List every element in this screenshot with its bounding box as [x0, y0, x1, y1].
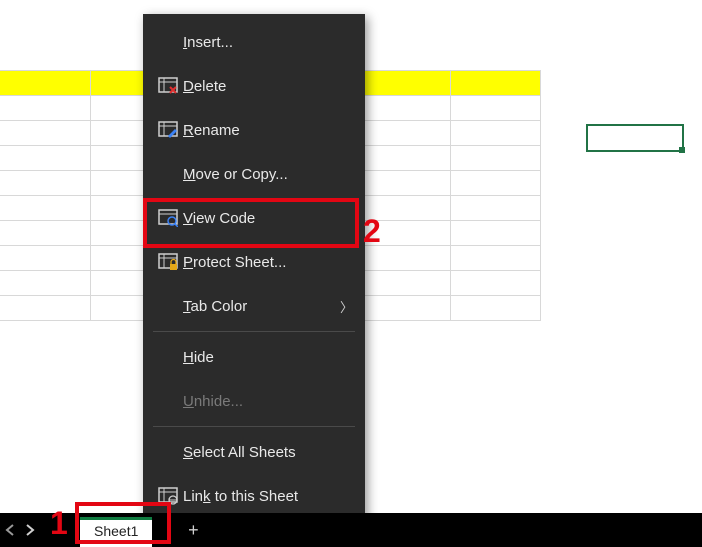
menu-unhide: Unhide...: [143, 379, 365, 423]
fill-handle[interactable]: [679, 147, 685, 153]
menu-delete[interactable]: Delete: [143, 64, 365, 108]
tab-nav-prev[interactable]: [0, 513, 20, 547]
menu-select-all-label: Select All Sheets: [183, 444, 353, 461]
menu-link-to-sheet[interactable]: Link to this Sheet: [143, 474, 365, 518]
link-sheet-icon: [153, 487, 183, 505]
menu-delete-label: Delete: [183, 78, 353, 95]
sheet-tab-bar: Sheet1 +: [0, 513, 702, 547]
sheet-context-menu: Insert... Delete Rename Move or Copy... …: [143, 14, 365, 524]
add-sheet-button[interactable]: +: [178, 515, 208, 545]
rename-icon: [153, 121, 183, 139]
active-cell-outline[interactable]: [586, 124, 684, 152]
protect-sheet-icon: [153, 253, 183, 271]
menu-separator: [153, 331, 355, 332]
menu-unhide-label: Unhide...: [183, 393, 353, 410]
menu-view-code-label: View Code: [183, 210, 353, 227]
menu-insert[interactable]: Insert...: [143, 20, 365, 64]
sheet-tab-active[interactable]: Sheet1: [80, 517, 152, 547]
view-code-icon: [153, 209, 183, 227]
menu-link-to-sheet-label: Link to this Sheet: [183, 488, 353, 505]
menu-protect-sheet[interactable]: Protect Sheet...: [143, 240, 365, 284]
chevron-right-icon: 〉: [332, 297, 353, 316]
delete-sheet-icon: [153, 77, 183, 95]
menu-insert-label: Insert...: [183, 34, 353, 51]
menu-protect-sheet-label: Protect Sheet...: [183, 254, 353, 271]
menu-select-all-sheets[interactable]: Select All Sheets: [143, 430, 365, 474]
menu-view-code[interactable]: View Code: [143, 196, 365, 240]
menu-move-copy[interactable]: Move or Copy...: [143, 152, 365, 196]
menu-rename-label: Rename: [183, 122, 353, 139]
menu-hide-label: Hide: [183, 349, 353, 366]
menu-tab-color[interactable]: Tab Color 〉: [143, 284, 365, 328]
menu-separator: [153, 426, 355, 427]
menu-tab-color-label: Tab Color: [183, 298, 332, 315]
menu-rename[interactable]: Rename: [143, 108, 365, 152]
menu-move-copy-label: Move or Copy...: [183, 166, 353, 183]
menu-hide[interactable]: Hide: [143, 335, 365, 379]
tab-nav-next[interactable]: [20, 513, 40, 547]
